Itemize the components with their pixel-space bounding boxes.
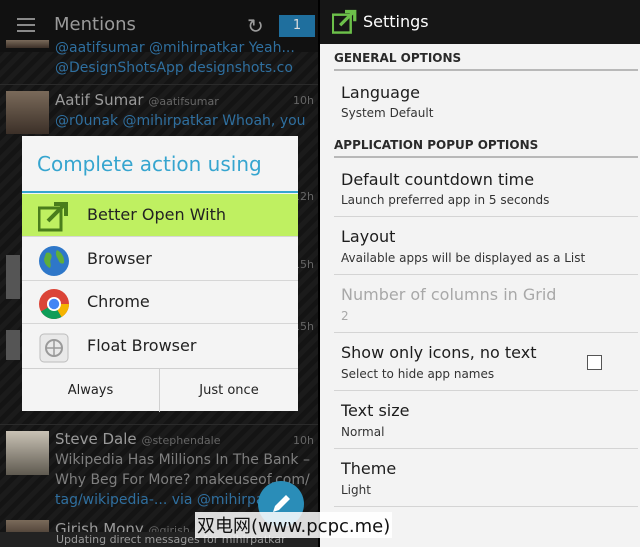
refresh-icon[interactable]: ↻ xyxy=(247,14,264,38)
pref-title: Language xyxy=(341,83,420,102)
option-label: Chrome xyxy=(87,292,150,311)
section-header-general: GENERAL OPTIONS xyxy=(334,51,462,65)
pref-title: Show only icons, no text xyxy=(341,343,537,362)
pref-text-size[interactable]: Text size Normal xyxy=(320,391,640,448)
dialog-title-divider xyxy=(22,191,298,193)
avatar xyxy=(6,40,49,48)
pref-title: Layout xyxy=(341,227,396,246)
complete-action-dialog: Complete action using Better Open With B… xyxy=(22,136,298,412)
tweet-time: 10h xyxy=(293,94,314,107)
section-divider xyxy=(334,69,638,71)
pref-summary: Normal xyxy=(341,425,385,439)
toolbar-title: Mentions xyxy=(54,14,136,35)
pref-summary: System Default xyxy=(341,106,434,120)
pref-layout[interactable]: Layout Available apps will be displayed … xyxy=(320,217,640,274)
settings-toolbar: Settings xyxy=(320,0,640,44)
watermark: 双电网(www.pcpc.me) xyxy=(195,512,393,538)
tweet-author: Aatif Sumar @aatifsumar xyxy=(55,91,219,109)
tweet-body: @aatifsumar @mihirpatkar Yeah... @Design… xyxy=(55,40,295,76)
avatar xyxy=(6,330,20,360)
tweet-item[interactable]: Aatif Sumar @aatifsumar 10h @r0unak @mih… xyxy=(0,86,318,136)
just-once-button[interactable]: Just once xyxy=(160,369,298,412)
dialog-title: Complete action using xyxy=(37,152,262,176)
better-open-with-app-icon xyxy=(332,9,357,34)
tweet-body: @r0unak @mihirpatkar Whoah, you xyxy=(55,113,306,129)
avatar xyxy=(6,431,49,475)
pref-columns-in-grid: Number of columns in Grid 2 xyxy=(320,275,640,332)
twitter-app-pane: Mentions ↻ 1 @aatifsumar @mihirpatkar Ye… xyxy=(0,0,318,547)
pref-title: Theme xyxy=(341,459,397,478)
dialog-buttons: Always Just once xyxy=(22,368,298,412)
tweet-time: 10h xyxy=(293,434,314,447)
option-browser[interactable]: Browser xyxy=(22,238,298,281)
pref-language[interactable]: Language System Default xyxy=(320,72,640,126)
float-browser-icon xyxy=(38,332,70,364)
option-label: Better Open With xyxy=(87,205,227,224)
tweet-author: Steve Dale @stephendale xyxy=(55,430,221,448)
section-divider xyxy=(334,156,638,158)
divider xyxy=(0,84,318,85)
option-label: Browser xyxy=(87,249,152,268)
option-label: Float Browser xyxy=(87,336,197,355)
section-header-popup: APPLICATION POPUP OPTIONS xyxy=(334,138,539,152)
show-only-icons-checkbox[interactable] xyxy=(587,355,602,370)
menu-icon[interactable] xyxy=(17,18,35,32)
option-better-open-with[interactable]: Better Open With xyxy=(22,194,298,237)
pref-title: Default countdown time xyxy=(341,170,535,189)
pref-title: Number of columns in Grid xyxy=(341,285,557,304)
option-float-browser[interactable]: Float Browser xyxy=(22,325,298,368)
tweet-item[interactable]: @aatifsumar @mihirpatkar Yeah... @Design… xyxy=(0,38,318,84)
avatar xyxy=(6,255,20,299)
pref-title: Text size xyxy=(341,401,410,420)
pref-summary: Light xyxy=(341,483,371,497)
pref-summary: Launch preferred app in 5 seconds xyxy=(341,193,550,207)
pref-theme[interactable]: Theme Light xyxy=(320,449,640,506)
globe-icon xyxy=(38,245,70,277)
option-chrome[interactable]: Chrome xyxy=(22,281,298,324)
divider xyxy=(0,424,318,425)
settings-title: Settings xyxy=(363,12,429,31)
pref-divider xyxy=(334,506,638,507)
pref-summary: 2 xyxy=(341,309,349,323)
always-button[interactable]: Always xyxy=(22,369,160,412)
pref-summary: Available apps will be displayed as a Li… xyxy=(341,251,586,265)
settings-pane: Settings GENERAL OPTIONS Language System… xyxy=(320,0,640,547)
pref-summary: Select to hide app names xyxy=(341,367,495,381)
avatar xyxy=(6,91,49,134)
better-open-with-icon xyxy=(37,201,70,233)
unread-badge[interactable]: 1 xyxy=(279,15,315,37)
pref-default-countdown[interactable]: Default countdown time Launch preferred … xyxy=(320,159,640,215)
chrome-icon xyxy=(38,288,70,320)
